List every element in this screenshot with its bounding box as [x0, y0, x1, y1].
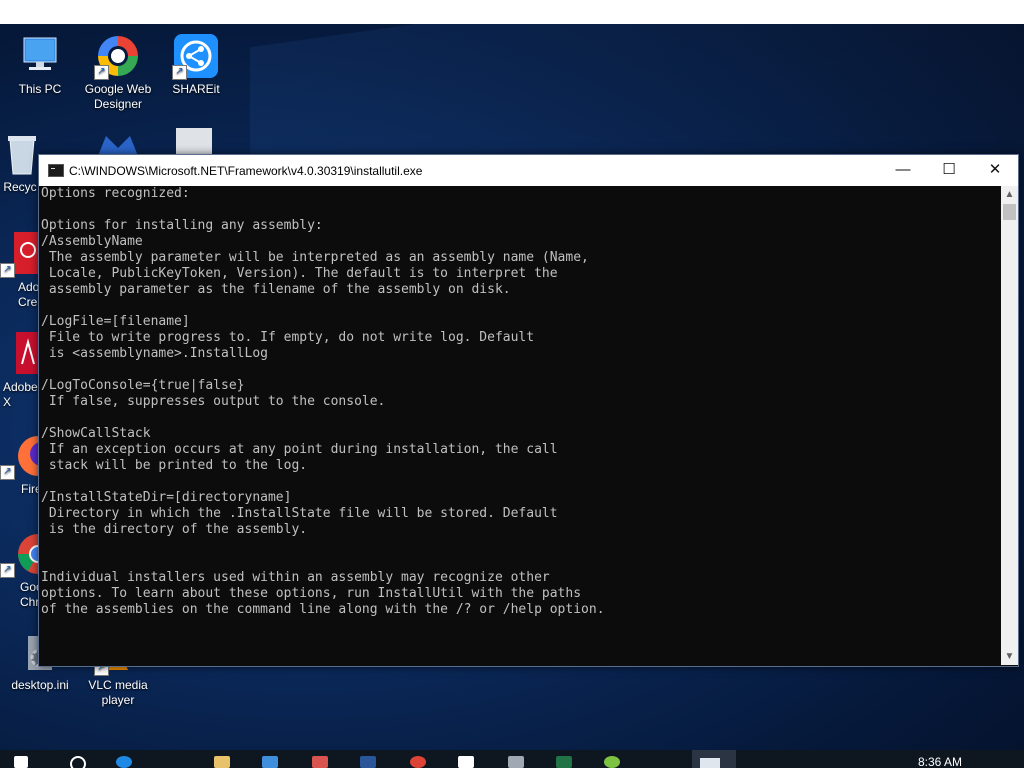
edge-icon[interactable] — [116, 756, 132, 768]
excel-icon[interactable] — [556, 756, 572, 768]
desktop-icon-shareit[interactable]: ↗ SHAREit — [156, 32, 236, 97]
desktop-icon-label: This PC — [18, 82, 62, 96]
console-line: options. To learn about these options, r… — [41, 586, 582, 601]
shortcut-arrow-icon: ↗ — [0, 563, 15, 578]
start-windows-icon[interactable] — [14, 756, 28, 768]
shortcut-arrow-icon: ↗ — [172, 65, 187, 80]
desktop-icon-label: Goo Chr — [20, 580, 43, 609]
chrome-taskbar-icon[interactable] — [410, 756, 426, 768]
taskbar: 8:36 AM — [0, 750, 1024, 768]
console-line: Locale, PublicKeyToken, Version). The de… — [41, 266, 558, 281]
console-line: /LogFile=[filename] — [41, 314, 190, 329]
console-line: is <assemblyname>.InstallLog — [41, 346, 268, 361]
store-icon[interactable] — [214, 756, 230, 768]
shareit-icon: ↗ — [172, 32, 220, 80]
scroll-up-arrow-icon[interactable]: ▲ — [1001, 186, 1018, 203]
scroll-down-arrow-icon[interactable]: ▼ — [1001, 648, 1018, 665]
console-output[interactable]: Options recognized: Options for installin… — [41, 186, 999, 665]
console-line: /LogToConsole={true|false} — [41, 378, 245, 393]
desktop-icon-adobe-reader[interactable]: Adobe X — [0, 330, 40, 410]
desktop-icon-chrome[interactable]: ↗ Goo Chr — [0, 530, 58, 610]
desktop-icon-firefox[interactable]: ↗ Fire — [0, 432, 58, 497]
console-line: /ShowCallStack — [41, 426, 151, 441]
console-line: If false, suppresses output to the conso… — [41, 394, 386, 409]
window-titlebar[interactable]: C:\WINDOWS\Microsoft.NET\Framework\v4.0.… — [39, 155, 1018, 186]
word-icon[interactable] — [360, 756, 376, 768]
shortcut-arrow-icon: ↗ — [0, 263, 15, 278]
desktop-icon-recycle-bin[interactable]: Recyc — [0, 130, 40, 195]
document-icon — [176, 128, 212, 154]
console-taskbar-button[interactable] — [692, 750, 736, 768]
desktop-icon-label: Ado Crea — [18, 280, 45, 309]
adobe-icon[interactable] — [312, 756, 328, 768]
search-icon[interactable] — [70, 756, 86, 768]
desktop-icon-label: Google Web Designer — [84, 82, 152, 111]
vertical-scrollbar[interactable]: ▲ ▼ — [1001, 186, 1018, 665]
google-web-designer-icon: ↗ — [94, 32, 142, 80]
chrome-icon: ↗ — [0, 530, 58, 578]
app-icon-3[interactable] — [604, 756, 620, 768]
desktop-icon-label: SHAREit — [172, 82, 220, 96]
console-line: /AssemblyName — [41, 234, 143, 249]
app-icon[interactable] — [262, 756, 278, 768]
desktop-icon-label: VLC media player — [88, 678, 148, 707]
firefox-icon: ↗ — [0, 432, 58, 480]
shortcut-arrow-icon: ↗ — [0, 465, 15, 480]
desktop-icon-label: Fire — [21, 482, 42, 496]
console-line: is the directory of the assembly. — [41, 522, 308, 537]
console-line: Individual installers used within an ass… — [41, 570, 550, 585]
window-title: C:\WINDOWS\Microsoft.NET\Framework\v4.0.… — [69, 164, 423, 178]
window-icon[interactable] — [458, 756, 474, 768]
console-line: /InstallStateDir=[directoryname] — [41, 490, 292, 505]
desktop-icon-label: desktop.ini — [11, 678, 69, 692]
console-line: Options recognized: — [41, 186, 190, 201]
desktop-icon-label: Adobe X — [3, 380, 38, 409]
app-icon-2[interactable] — [508, 756, 524, 768]
minimize-button[interactable]: — — [880, 155, 926, 186]
console-line: Options for installing any assembly: — [41, 218, 323, 233]
adobe-creative-cloud-icon: ↗ — [0, 230, 40, 278]
console-line: If an exception occurs at any point duri… — [41, 442, 558, 457]
desktop-icon-google-web-designer[interactable]: ↗ Google Web Designer — [78, 32, 158, 112]
console-line: File to write progress to. If empty, do … — [41, 330, 535, 345]
computer-icon — [16, 32, 64, 80]
maximize-button[interactable]: ☐ — [926, 155, 972, 186]
console-line: The assembly parameter will be interpret… — [41, 250, 589, 265]
taskbar-clock[interactable]: 8:36 AM — [918, 755, 962, 768]
adobe-reader-icon — [0, 330, 40, 378]
console-window[interactable]: C:\WINDOWS\Microsoft.NET\Framework\v4.0.… — [38, 154, 1019, 667]
scroll-thumb[interactable] — [1003, 204, 1016, 220]
shortcut-arrow-icon: ↗ — [94, 65, 109, 80]
close-button[interactable]: ✕ — [972, 155, 1018, 186]
console-line: Directory in which the .InstallState fil… — [41, 506, 558, 521]
console-line: stack will be printed to the log. — [41, 458, 308, 473]
console-line: assembly parameter as the filename of th… — [41, 282, 511, 297]
console-app-icon — [48, 164, 64, 177]
desktop-icon-this-pc[interactable]: This PC — [0, 32, 80, 97]
desktop-icon-adobe-creative-cloud[interactable]: ↗ Ado Crea — [0, 230, 45, 310]
malwarebytes-icon — [94, 132, 142, 156]
console-taskbar-icon — [700, 758, 720, 768]
recycle-bin-icon — [0, 130, 40, 178]
console-line: of the assemblies on the command line al… — [41, 602, 605, 617]
desktop-icon-label: Recyc — [3, 180, 37, 194]
